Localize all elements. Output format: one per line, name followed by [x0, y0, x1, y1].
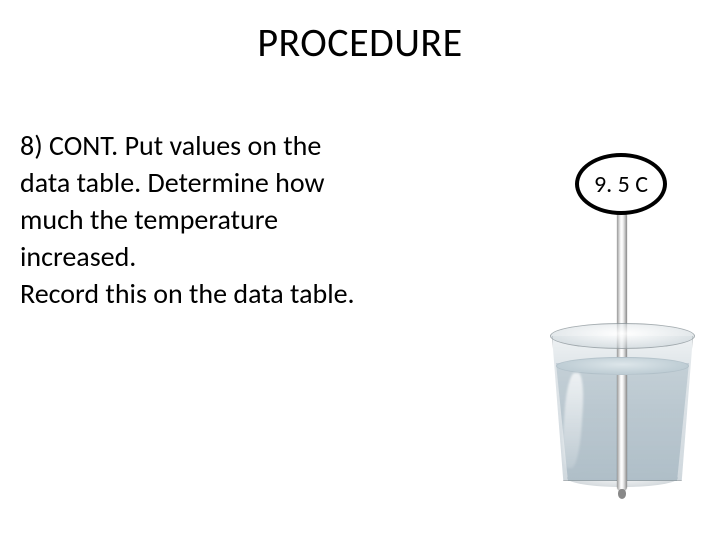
procedure-line-5: Record this on the data table. [20, 276, 440, 311]
cup-rim [550, 323, 695, 349]
thermometer-tip [618, 489, 626, 499]
procedure-line-1: 8) CONT. Put values on the [20, 128, 440, 163]
temperature-callout: 9. 5 C [575, 153, 667, 215]
temperature-value: 9. 5 C [594, 170, 648, 199]
procedure-text: 8) CONT. Put values on the data table. D… [20, 128, 440, 313]
thermometer-stem [617, 211, 627, 491]
procedure-line-3: much the temperature [20, 202, 440, 237]
slide-title: PROCEDURE [0, 18, 720, 67]
thermometer-figure: 9. 5 C [535, 153, 685, 493]
procedure-line-4: increased. [20, 239, 440, 274]
procedure-line-2: data table. Determine how [20, 165, 440, 200]
